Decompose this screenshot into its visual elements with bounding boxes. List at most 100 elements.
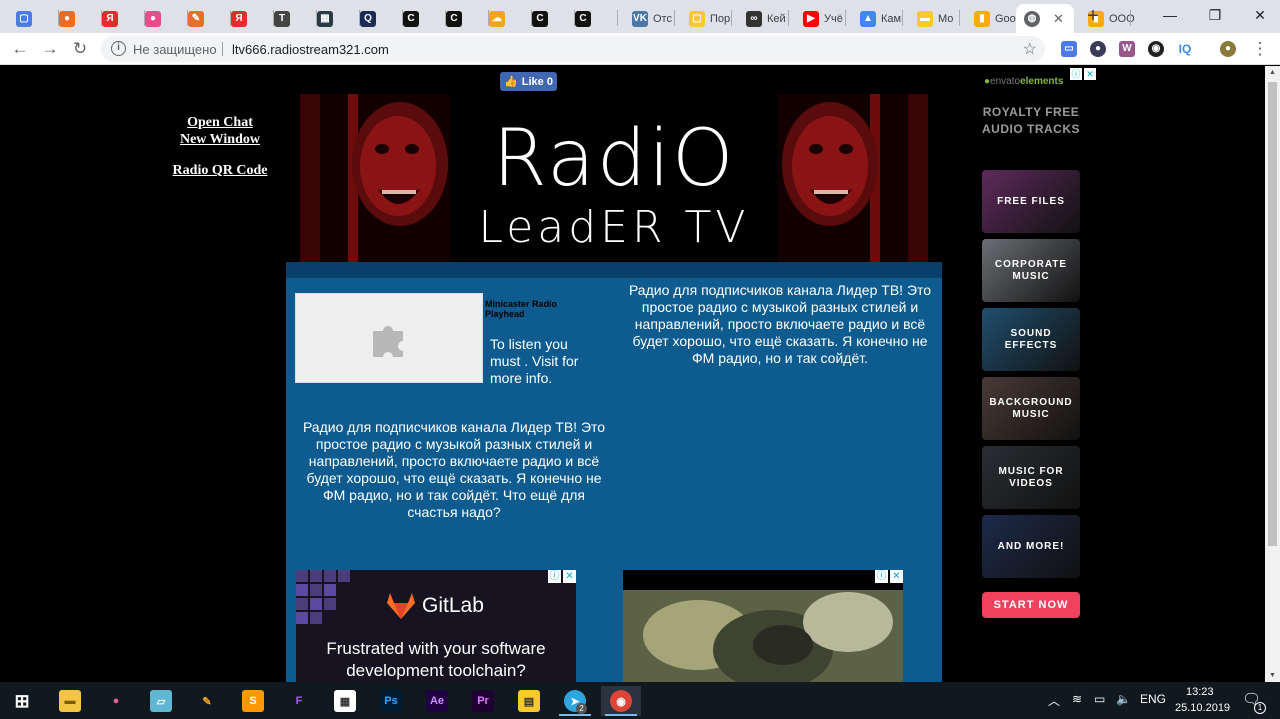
- browser-toolbar: ← → ↻ i Не защищено ltv666.radiostream32…: [0, 33, 1280, 65]
- taskbar-app[interactable]: Pr: [463, 686, 503, 716]
- open-chat-link[interactable]: Open Chat: [160, 114, 280, 131]
- security-label[interactable]: Не защищено: [133, 42, 217, 57]
- adchoices-info-icon[interactable]: ⓘ: [875, 570, 888, 583]
- loop-icon: ∞: [746, 10, 762, 27]
- yandex-icon: Я: [102, 10, 118, 27]
- start-now-button[interactable]: START NOW: [982, 592, 1080, 618]
- back-arrow-icon[interactable]: ←: [8, 37, 32, 61]
- clock-time[interactable]: 13:23: [1186, 686, 1214, 698]
- facebook-like-button[interactable]: 👍 Like 0: [500, 72, 557, 91]
- taskbar-app[interactable]: ➤ 2: [555, 686, 595, 716]
- browser-tab[interactable]: ▬ Мо: [909, 4, 966, 33]
- tab-separator: [902, 10, 903, 26]
- chat-icon: ▢: [16, 10, 32, 27]
- taskbar-app[interactable]: ▱: [141, 686, 181, 716]
- volume-icon[interactable]: 🔈: [1116, 692, 1131, 706]
- ad-close-icon[interactable]: ✕: [890, 570, 903, 583]
- taskbar-app[interactable]: ✎: [187, 686, 227, 716]
- extension-owl-icon[interactable]: ◉: [1148, 41, 1164, 57]
- browser-tab[interactable]: ∞ Кей: [738, 4, 795, 33]
- language-indicator[interactable]: ENG: [1140, 692, 1166, 706]
- envato-tile[interactable]: AND MORE!: [982, 515, 1080, 578]
- taskbar-app[interactable]: F: [279, 686, 319, 716]
- address-bar[interactable]: i Не защищено ltv666.radiostream321.com …: [101, 36, 1045, 62]
- radio-player-placeholder[interactable]: [295, 293, 483, 383]
- adchoices-info-icon[interactable]: ⓘ: [1070, 68, 1082, 80]
- notification-count-badge: 1: [1254, 702, 1266, 714]
- adchoices[interactable]: ⓘ ✕: [1070, 68, 1096, 80]
- reload-icon[interactable]: ↻: [68, 37, 92, 61]
- scroll-up-arrow-icon[interactable]: ▲: [1268, 69, 1277, 76]
- photoshop-icon: Ps: [380, 690, 402, 712]
- envato-tile[interactable]: FREE FILES: [982, 170, 1080, 233]
- taskbar-app[interactable]: S: [233, 686, 273, 716]
- ad-close-icon[interactable]: ✕: [1084, 68, 1096, 80]
- info-icon[interactable]: i: [111, 41, 126, 56]
- taskbar-app[interactable]: ▦: [325, 686, 365, 716]
- taskbar-app[interactable]: ●: [96, 686, 136, 716]
- envato-tile[interactable]: MUSIC FOR VIDEOS: [982, 446, 1080, 509]
- tab-title: Отс: [653, 12, 672, 25]
- adchoices[interactable]: ⓘ ✕: [548, 570, 576, 585]
- taskbar-app[interactable]: ▬: [50, 686, 90, 716]
- browser-tab[interactable]: ▮ Goo: [966, 4, 1023, 33]
- pixel-icon: ▦: [317, 10, 333, 27]
- profile-avatar[interactable]: ●: [1220, 41, 1236, 57]
- page-scrollbar[interactable]: ▲ ▼: [1265, 66, 1280, 682]
- taskbar-app[interactable]: ▤: [509, 686, 549, 716]
- new-tab-button[interactable]: +: [1082, 5, 1104, 27]
- taskbar-app[interactable]: Ae: [417, 686, 457, 716]
- tray-expand-icon[interactable]: ︿: [1048, 692, 1060, 709]
- browser-tab[interactable]: ▢ Пор: [681, 4, 738, 33]
- minimize-button[interactable]: —: [1155, 4, 1185, 26]
- close-window-button[interactable]: ✕: [1245, 4, 1275, 26]
- envato-tile[interactable]: BACKGROUND MUSIC: [982, 377, 1080, 440]
- ad-close-icon[interactable]: ✕: [563, 570, 576, 583]
- network-icon[interactable]: ≋: [1072, 692, 1082, 706]
- scroll-down-arrow-icon[interactable]: ▼: [1268, 672, 1277, 679]
- analytics-icon: ▮: [974, 10, 990, 27]
- extension-globe-icon[interactable]: ●: [1090, 41, 1106, 57]
- tab-title: Кей: [767, 12, 786, 25]
- premiere-icon: Pr: [472, 690, 494, 712]
- fire-icon: ●: [59, 10, 75, 27]
- envato-tile[interactable]: SOUND EFFECTS: [982, 308, 1080, 371]
- active-browser-tab[interactable]: ◍ ✕: [1016, 4, 1074, 33]
- note-icon: ✎: [188, 10, 204, 27]
- scroll-thumb[interactable]: [1268, 82, 1277, 546]
- forward-arrow-icon[interactable]: →: [38, 37, 62, 61]
- new-window-link[interactable]: New Window: [160, 131, 280, 148]
- ad-decor-square: [296, 612, 308, 624]
- clock-date[interactable]: 25.10.2019: [1175, 702, 1230, 714]
- browser-tab[interactable]: ▲ Кам: [852, 4, 909, 33]
- browser-tab[interactable]: VK Отс: [624, 4, 681, 33]
- taskbar-app[interactable]: ◉: [601, 686, 641, 716]
- radio-qr-code-link[interactable]: Radio QR Code: [160, 162, 280, 179]
- close-tab-icon[interactable]: ✕: [1053, 11, 1064, 27]
- envato-tile-label: SOUND EFFECTS: [1004, 327, 1058, 351]
- extension-iq-icon[interactable]: IQ: [1177, 41, 1193, 57]
- ad-decor-square: [310, 570, 322, 582]
- video-ad[interactable]: ⓘ ✕: [623, 570, 903, 682]
- adchoices[interactable]: ⓘ ✕: [875, 570, 903, 585]
- taskbar-app[interactable]: Ps: [371, 686, 411, 716]
- adchoices-info-icon[interactable]: ⓘ: [548, 570, 561, 583]
- taskbar-app[interactable]: ⊞: [2, 686, 42, 716]
- windows-start-icon: ⊞: [14, 690, 30, 711]
- calculator-icon: ▦: [334, 690, 356, 712]
- battery-icon[interactable]: ▭: [1094, 692, 1105, 706]
- url-text[interactable]: ltv666.radiostream321.com: [232, 42, 389, 57]
- bookmark-star-icon[interactable]: ☆: [1023, 39, 1037, 59]
- banner-title-line-1: RadiO: [492, 114, 736, 204]
- envato-tile[interactable]: CORPORATE MUSIC: [982, 239, 1080, 302]
- envato-tile-label: CORPORATE MUSIC: [994, 258, 1068, 282]
- browser-tab[interactable]: C: [567, 4, 624, 33]
- browser-tab[interactable]: ▶ Учё: [795, 4, 852, 33]
- extension-translate-icon[interactable]: ▭: [1061, 41, 1077, 57]
- maximize-button[interactable]: ❐: [1200, 4, 1230, 26]
- menu-kebab-icon[interactable]: ⋮: [1248, 37, 1272, 61]
- gitlab-ad[interactable]: GitLab Frustrated with your software dev…: [296, 570, 576, 682]
- notes-icon: ▱: [150, 690, 172, 712]
- yandex-icon: Я: [231, 10, 247, 27]
- extension-woo-icon[interactable]: W: [1119, 41, 1135, 57]
